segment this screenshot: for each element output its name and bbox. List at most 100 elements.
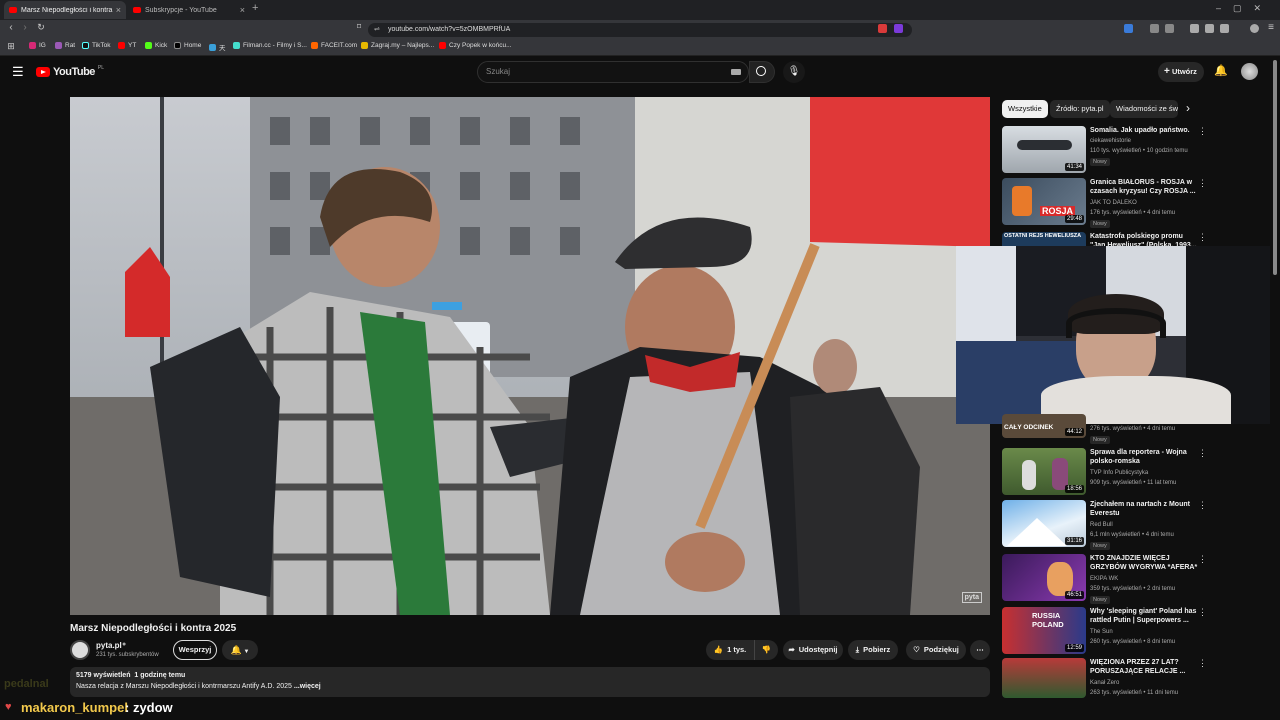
download-icon[interactable] (1220, 24, 1229, 33)
tiktok-icon (82, 42, 89, 49)
more-vertical-icon[interactable]: ⋮ (1198, 126, 1207, 137)
bookmark-item[interactable]: Rat (55, 42, 75, 49)
related-video[interactable]: 41:34 Somalia. Jak upadło państwo. cieka… (1002, 126, 1274, 176)
related-video[interactable]: RUSSIA POLAND 12:59 Why 'sleeping giant'… (1002, 607, 1274, 657)
extension-icon[interactable] (1165, 24, 1174, 33)
bookmark-item[interactable]: Filman.cc - Filmy i S... (233, 42, 307, 49)
more-vertical-icon[interactable]: ⋮ (1198, 448, 1207, 459)
hamburger-menu-icon[interactable]: ☰ (12, 64, 24, 80)
bookmark-item[interactable]: Zagraj.my – Najleps... (361, 42, 434, 49)
window-controls[interactable]: –▢✕ (1216, 3, 1273, 14)
download-button[interactable]: ⤓ Pobierz (848, 640, 898, 660)
stream-chat-overlay: ♥ makaron_kumpel : zydow (0, 698, 1280, 720)
bookmark-icon[interactable]: ⌑ (352, 22, 366, 31)
sidepanel-icon[interactable] (1205, 24, 1214, 33)
new-tab-button[interactable]: + (252, 2, 258, 14)
more-vertical-icon[interactable]: ⋮ (1198, 607, 1207, 618)
profile-icon[interactable] (1250, 24, 1259, 33)
chip-all[interactable]: Wszystkie (1002, 100, 1048, 118)
webcam-overlay (956, 246, 1270, 424)
like-button[interactable]: 👍 1 tys. (706, 640, 754, 660)
youtube-play-logo-icon (36, 67, 50, 77)
close-tab-icon[interactable]: × (116, 5, 121, 15)
search-button[interactable] (749, 61, 775, 83)
show-more-link[interactable]: ...więcej (294, 683, 321, 690)
bookmark-item[interactable]: TikTok (82, 42, 111, 49)
youtube-favicon-icon (133, 7, 141, 13)
close-tab-icon[interactable]: × (240, 5, 245, 15)
description-box[interactable]: 5179 wyświetleń 1 godzinę temu Nasza rel… (70, 667, 990, 697)
address-bar[interactable]: ⇌ youtube.com/watch?v=5zOMBMPRfUA (368, 23, 912, 37)
more-vertical-icon[interactable]: ⋮ (1198, 554, 1207, 565)
bookmark-item[interactable]: FACEIT.com (311, 42, 357, 49)
browser-tab[interactable]: Subskrypcje - YouTube × (128, 1, 250, 19)
chip-source[interactable]: Źródło: pyta.pl (1050, 100, 1110, 118)
more-vertical-icon[interactable]: ⋮ (1198, 500, 1207, 511)
create-button[interactable]: + Utwórz (1158, 62, 1204, 82)
bookmark-item[interactable]: IG (29, 42, 46, 49)
video-player[interactable]: pyta (70, 97, 990, 615)
youtube-favicon-icon (9, 7, 17, 13)
rat-icon (55, 42, 62, 49)
dislike-button[interactable]: 👎 (754, 640, 778, 660)
verified-icon: ● (122, 641, 127, 648)
related-video[interactable]: OSTATNI REJS HEWELIUSZA Katastrofa polsk… (1002, 232, 1274, 246)
extension-icon[interactable] (878, 24, 887, 33)
avatar[interactable] (1241, 63, 1258, 80)
thanks-button[interactable]: ♡ Podziękuj (906, 640, 966, 660)
more-vertical-icon[interactable]: ⋮ (1198, 658, 1207, 669)
headphones-icon (1066, 308, 1166, 338)
more-vertical-icon[interactable]: ⋮ (1198, 178, 1207, 189)
faded-chat-username: pedalnal (4, 678, 49, 690)
channel-watermark: pyta (961, 592, 982, 603)
related-video[interactable]: 18:56 Sprawa dla reportera - Wojna polsk… (1002, 448, 1274, 498)
keyboard-icon[interactable] (731, 69, 741, 75)
more-actions-button[interactable]: ⋯ (970, 640, 990, 660)
youtube-logo[interactable]: YouTube PL (36, 65, 104, 78)
back-icon[interactable]: ‹ (4, 22, 18, 33)
apps-icon[interactable]: ⊞ (4, 41, 18, 52)
extension-icon[interactable] (1124, 24, 1133, 33)
video-frame (70, 97, 990, 615)
site-info-icon[interactable]: ⇌ (374, 23, 380, 37)
chevron-right-icon[interactable]: › (1186, 101, 1190, 115)
microphone-icon: 🎙 (787, 66, 801, 77)
video-thumbnail: 41:34 (1002, 126, 1086, 173)
bookmark-item[interactable]: YT (118, 42, 136, 49)
related-video[interactable]: 46:51 KTO ZNAJDZIE WIĘCEJ GRZYBÓW WYGRYW… (1002, 554, 1274, 604)
page-scrollbar[interactable] (1273, 60, 1277, 275)
bookmark-item[interactable]: 天 (209, 42, 226, 52)
reload-icon[interactable]: ↻ (34, 22, 48, 33)
support-button[interactable]: Wesprzyj (173, 640, 217, 660)
voice-search-button[interactable]: 🎙 (783, 61, 805, 83)
person-shape (1012, 186, 1032, 216)
bookmark-item[interactable]: Kick (145, 42, 167, 49)
mountain-shape (1007, 518, 1067, 546)
related-video[interactable]: ROSJA 29:48 Granica BIAŁORUŚ - ROSJA w c… (1002, 178, 1274, 228)
forward-icon[interactable]: › (18, 22, 32, 33)
notifications-bell-icon[interactable]: 🔔 (1214, 64, 1228, 77)
subscriber-count: 231 tys. subskrybentów (96, 652, 159, 658)
search-icon (756, 66, 766, 76)
related-video[interactable]: 31:16 Zjechałem na nartach z Mount Evere… (1002, 500, 1274, 550)
menu-icon[interactable]: ≡ (1264, 22, 1278, 33)
browser-tab-active[interactable]: Marsz Niepodległości i kontra × (4, 1, 126, 19)
bookmark-item[interactable]: Home (174, 42, 201, 49)
extension-icon[interactable] (894, 24, 903, 33)
channel-avatar[interactable] (70, 640, 90, 660)
youtube-icon (118, 42, 125, 49)
video-thumbnail: 18:56 (1002, 448, 1086, 495)
youtube-header: ☰ YouTube PL Szukaj 🎙 + Utwórz 🔔 (0, 56, 1280, 88)
media-icon[interactable] (1190, 24, 1199, 33)
bookmark-item[interactable]: Czy Popek w końcu... (439, 42, 512, 49)
extension-icon[interactable] (1150, 24, 1159, 33)
search-input[interactable]: Szukaj (477, 61, 749, 83)
browser-toolbar: ‹ › ↻ ⌑ ⇌ youtube.com/watch?v=5zOMBMPRfU… (0, 20, 1280, 40)
chip-news[interactable]: Wiadomości ze św (1110, 100, 1178, 118)
notifications-button[interactable]: 🔔 ▼ (222, 640, 258, 660)
channel-name[interactable]: pyta.pl (96, 641, 122, 650)
filman-icon (233, 42, 240, 49)
share-button[interactable]: ➦ Udostępnij (783, 640, 843, 660)
more-vertical-icon[interactable]: ⋮ (1198, 232, 1207, 243)
browser-tab-bar: Marsz Niepodległości i kontra × Subskryp… (0, 0, 1280, 20)
